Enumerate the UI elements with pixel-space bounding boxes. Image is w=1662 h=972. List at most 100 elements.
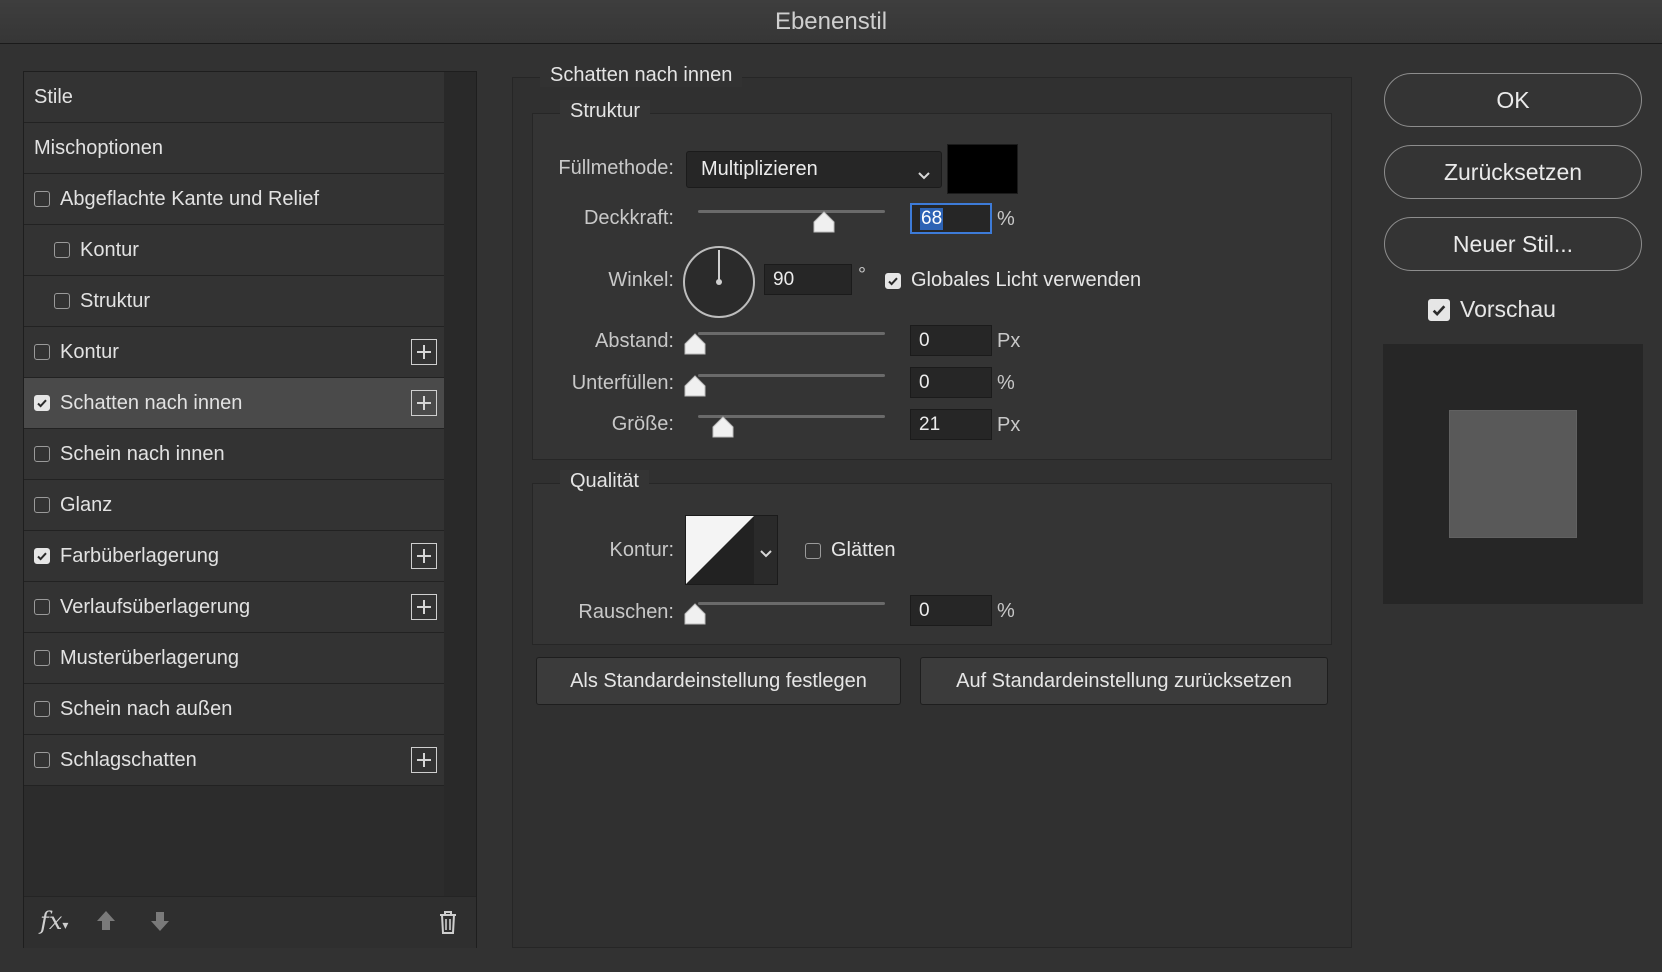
noise-unit: % bbox=[997, 600, 1015, 622]
fx-icon[interactable]: fx▾ bbox=[40, 907, 68, 935]
style-list-item-stroke[interactable]: Kontur bbox=[24, 327, 444, 378]
quality-title: Qualität bbox=[560, 470, 649, 493]
opacity-value: 68 bbox=[920, 207, 944, 230]
reset-default-button[interactable]: Auf Standardeinstellung zurücksetzen bbox=[920, 657, 1328, 705]
inner-glow-checkbox[interactable] bbox=[34, 446, 50, 462]
noise-slider[interactable] bbox=[698, 602, 885, 605]
shadow-color-swatch[interactable] bbox=[947, 144, 1018, 194]
add-gradient-overlay-plus-icon[interactable] bbox=[411, 594, 437, 620]
ok-button[interactable]: OK bbox=[1384, 73, 1642, 127]
global-light-option[interactable]: Globales Licht verwenden bbox=[885, 269, 1141, 292]
arrow-up-icon[interactable] bbox=[94, 909, 118, 938]
preview-option[interactable]: Vorschau bbox=[1428, 296, 1556, 323]
pattern-overlay-checkbox[interactable] bbox=[34, 650, 50, 666]
style-list-footer: fx▾ bbox=[24, 896, 476, 948]
style-list-item-inner-glow[interactable]: Schein nach innen bbox=[24, 429, 444, 480]
style-list-item-stile[interactable]: Stile bbox=[24, 72, 444, 123]
choke-slider[interactable] bbox=[698, 374, 885, 377]
opacity-slider-thumb[interactable] bbox=[812, 211, 836, 233]
style-list-item-mischoptionen[interactable]: Mischoptionen bbox=[24, 123, 444, 174]
trash-icon[interactable] bbox=[436, 909, 460, 940]
style-list-item-texture[interactable]: Struktur bbox=[24, 276, 444, 327]
style-list-scrollbar[interactable] bbox=[444, 72, 476, 896]
style-list-item-label: Stile bbox=[34, 85, 73, 108]
bevel-emboss-checkbox[interactable] bbox=[34, 191, 50, 207]
add-drop-shadow-plus-icon[interactable] bbox=[411, 747, 437, 773]
texture-checkbox[interactable] bbox=[54, 293, 70, 309]
bevel-contour-checkbox[interactable] bbox=[54, 242, 70, 258]
angle-input[interactable]: 90 bbox=[764, 264, 852, 295]
satin-checkbox[interactable] bbox=[34, 497, 50, 513]
window-title: Ebenenstil bbox=[774, 7, 888, 35]
size-unit: Px bbox=[997, 414, 1021, 436]
fill-method-select[interactable]: Multiplizieren bbox=[686, 151, 942, 188]
style-list-item-drop-shadow[interactable]: Schlagschatten bbox=[24, 735, 444, 786]
style-list-item-label: Glanz bbox=[60, 493, 113, 516]
style-list-item-color-overlay[interactable]: Farbüberlagerung bbox=[24, 531, 444, 582]
add-stroke-plus-icon[interactable] bbox=[411, 339, 437, 365]
style-list: Stile Mischoptionen Abgeflachte Kante un… bbox=[23, 71, 477, 948]
new-style-button[interactable]: Neuer Stil... bbox=[1384, 217, 1642, 271]
arrow-down-icon[interactable] bbox=[148, 909, 172, 938]
ok-label: OK bbox=[1496, 86, 1530, 113]
opacity-input[interactable]: 68 bbox=[910, 203, 992, 234]
style-list-item-outer-glow[interactable]: Schein nach außen bbox=[24, 684, 444, 735]
style-list-item-label: Verlaufsüberlagerung bbox=[60, 595, 251, 618]
stroke-checkbox[interactable] bbox=[34, 344, 50, 360]
noise-value: 0 bbox=[919, 599, 930, 621]
add-inner-shadow-plus-icon[interactable] bbox=[411, 390, 437, 416]
color-overlay-checkbox[interactable] bbox=[34, 548, 50, 564]
style-list-item-pattern-overlay[interactable]: Musterüberlagerung bbox=[24, 633, 444, 684]
window-title-bar: Ebenenstil bbox=[0, 0, 1662, 44]
gradient-overlay-checkbox[interactable] bbox=[34, 599, 50, 615]
set-default-label: Als Standardeinstellung festlegen bbox=[570, 669, 867, 692]
distance-value: 0 bbox=[919, 329, 930, 351]
style-list-item-bevel-contour[interactable]: Kontur bbox=[24, 225, 444, 276]
chevron-down-icon bbox=[759, 546, 773, 564]
style-list-item-gradient-overlay[interactable]: Verlaufsüberlagerung bbox=[24, 582, 444, 633]
add-color-overlay-plus-icon[interactable] bbox=[411, 543, 437, 569]
opacity-label: Deckkraft: bbox=[583, 207, 674, 229]
noise-input[interactable]: 0 bbox=[910, 595, 992, 626]
structure-title: Struktur bbox=[560, 100, 651, 123]
chevron-down-icon bbox=[917, 164, 931, 187]
global-light-label: Globales Licht verwenden bbox=[911, 269, 1142, 291]
contour-label: Kontur: bbox=[609, 539, 674, 561]
style-list-item-inner-shadow[interactable]: Schatten nach innen bbox=[24, 378, 444, 429]
inner-shadow-checkbox[interactable] bbox=[34, 395, 50, 411]
reset-default-label: Auf Standardeinstellung zurücksetzen bbox=[956, 669, 1292, 692]
angle-value: 90 bbox=[773, 268, 795, 290]
noise-slider-thumb[interactable] bbox=[683, 603, 707, 625]
global-light-checkbox[interactable] bbox=[885, 272, 901, 289]
opacity-unit: % bbox=[997, 208, 1015, 230]
distance-input[interactable]: 0 bbox=[910, 325, 992, 356]
outer-glow-checkbox[interactable] bbox=[34, 701, 50, 717]
style-list-item-label: Schatten nach innen bbox=[60, 391, 243, 414]
smooth-checkbox[interactable] bbox=[805, 542, 821, 559]
angle-unit: ° bbox=[858, 264, 866, 286]
style-list-item-satin[interactable]: Glanz bbox=[24, 480, 444, 531]
preview-checkbox[interactable] bbox=[1428, 298, 1450, 321]
style-list-item-bevel-emboss[interactable]: Abgeflachte Kante und Relief bbox=[24, 174, 444, 225]
smooth-option[interactable]: Glätten bbox=[805, 539, 895, 562]
distance-slider[interactable] bbox=[698, 332, 885, 335]
reset-button[interactable]: Zurücksetzen bbox=[1384, 145, 1642, 199]
opacity-slider[interactable] bbox=[698, 210, 885, 213]
style-list-item-label: Schlagschatten bbox=[60, 748, 197, 771]
choke-input[interactable]: 0 bbox=[910, 367, 992, 398]
choke-value: 0 bbox=[919, 371, 930, 393]
size-input[interactable]: 21 bbox=[910, 409, 992, 440]
fill-method-label: Füllmethode: bbox=[558, 157, 674, 179]
distance-slider-thumb[interactable] bbox=[683, 333, 707, 355]
contour-picker[interactable] bbox=[685, 515, 778, 585]
drop-shadow-checkbox[interactable] bbox=[34, 752, 50, 768]
smooth-label: Glätten bbox=[831, 539, 896, 561]
angle-label: Winkel: bbox=[608, 269, 674, 291]
set-default-button[interactable]: Als Standardeinstellung festlegen bbox=[536, 657, 901, 705]
size-label: Größe: bbox=[611, 413, 674, 435]
style-list-item-label: Abgeflachte Kante und Relief bbox=[60, 187, 320, 210]
size-slider-thumb[interactable] bbox=[711, 416, 735, 438]
angle-dial[interactable] bbox=[682, 245, 756, 324]
choke-slider-thumb[interactable] bbox=[683, 375, 707, 397]
style-list-item-label: Kontur bbox=[80, 238, 139, 261]
